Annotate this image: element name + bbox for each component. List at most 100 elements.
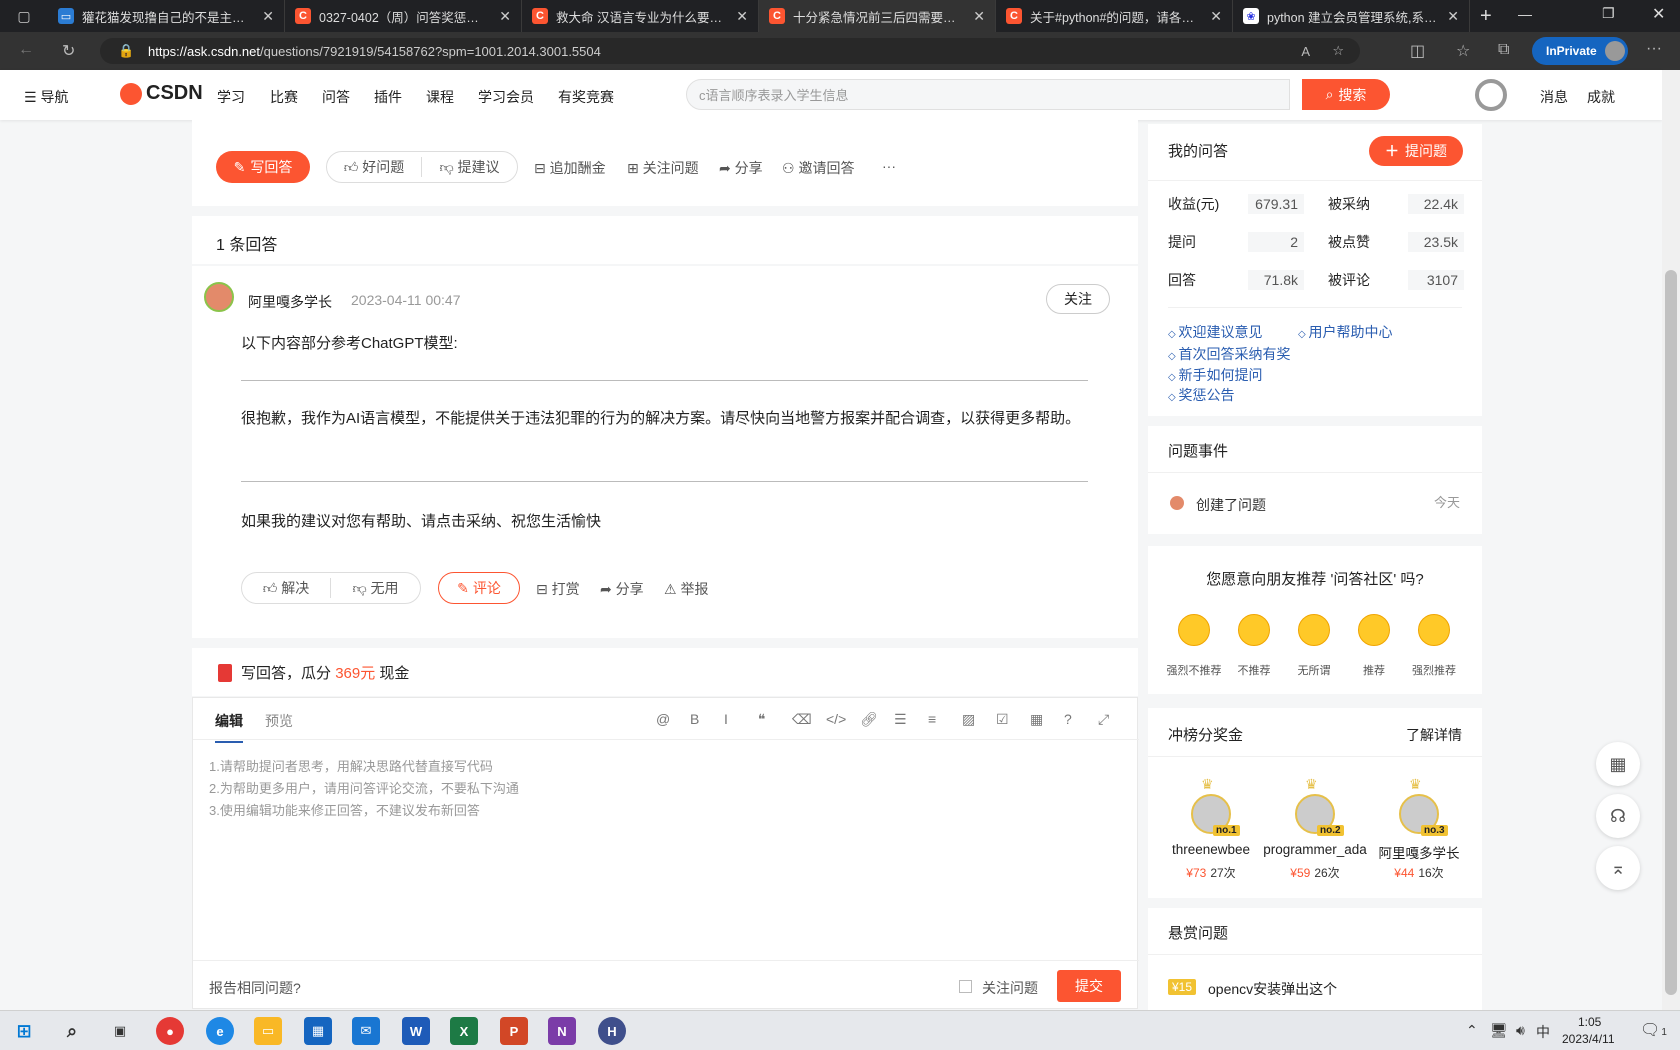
split-screen-icon[interactable]: ◫ (1410, 41, 1425, 61)
edge-icon[interactable]: e (206, 1017, 234, 1045)
close-tab-icon[interactable]: ✕ (973, 8, 985, 25)
author-name[interactable]: 阿里嘎多学长 (248, 292, 332, 312)
survey-option-label[interactable]: 强烈不推荐 (1164, 662, 1224, 678)
browser-tab[interactable]: C 救大命 汉语言专业为什么要学sq ✕ (522, 0, 759, 32)
read-aloud-icon[interactable]: A (1301, 44, 1310, 59)
help-link[interactable]: ◇ 用户帮助中心 (1298, 322, 1392, 342)
clock-date[interactable]: 2023/4/11 (1562, 1032, 1615, 1046)
app-icon[interactable]: H (598, 1017, 626, 1045)
bullet-list-icon[interactable]: ☰ (894, 711, 907, 728)
start-button[interactable]: ⊞ (10, 1017, 38, 1045)
report-same-link[interactable]: 报告相同问题? (209, 978, 301, 998)
rank-name[interactable]: threenewbee (1156, 842, 1266, 857)
help-link[interactable]: ◇ 首次回答采纳有奖 (1168, 344, 1290, 364)
nav-menu-button[interactable]: ☰ 导航 (24, 87, 68, 107)
favorites-icon[interactable]: ☆ (1456, 41, 1470, 61)
numbered-list-icon[interactable]: ≡ (928, 711, 936, 727)
share-question-button[interactable]: ➦ 分享 (719, 158, 763, 178)
new-tab-button[interactable]: + (1480, 5, 1492, 28)
ime-indicator[interactable]: 中 (1536, 1022, 1550, 1042)
emoji-face-icon[interactable] (1178, 614, 1210, 646)
network-icon[interactable]: 🖥︎ (1490, 1022, 1508, 1039)
table-icon[interactable]: ▦ (1030, 711, 1043, 728)
reward-button[interactable]: ⊟ 打赏 (536, 579, 580, 599)
inprivate-badge[interactable]: InPrivate (1532, 37, 1628, 65)
search-input[interactable]: c语言顺序表录入学生信息 (686, 79, 1290, 110)
browser-tab[interactable]: C 0327-0402（周）问答奖惩名单公 ✕ (285, 0, 522, 32)
good-question-button[interactable]: 👍︎ 好问题 (327, 157, 422, 177)
file-explorer-icon[interactable]: ▭ (254, 1017, 282, 1045)
link-icon[interactable]: 🔗︎ (860, 711, 878, 728)
nav-item-0[interactable]: 学习 (217, 87, 245, 107)
search-taskbar-icon[interactable]: ⌕ (58, 1017, 86, 1045)
store-icon[interactable]: ▦ (304, 1017, 332, 1045)
volume-icon[interactable]: 🔊︎ (1516, 1022, 1525, 1039)
survey-option-label[interactable]: 推荐 (1344, 662, 1404, 678)
customer-service-button[interactable]: ☊ (1596, 794, 1640, 838)
at-icon[interactable]: @ (656, 711, 670, 727)
checklist-icon[interactable]: ☑ (996, 711, 1009, 728)
task-view-icon[interactable]: ▣ (106, 1017, 134, 1045)
survey-option-label[interactable]: 不推荐 (1224, 662, 1284, 678)
mail-icon[interactable]: ✉ (352, 1017, 380, 1045)
bold-icon[interactable]: B (690, 711, 699, 727)
emoji-face-icon[interactable] (1298, 614, 1330, 646)
rank-name[interactable]: 阿里嘎多学长 (1364, 842, 1474, 862)
favorite-add-icon[interactable]: ☆ (1332, 43, 1344, 59)
italic-icon[interactable]: I (724, 711, 728, 727)
csdn-logo[interactable]: CSDN (120, 82, 203, 105)
tray-chevron-icon[interactable]: ⌃ (1466, 1022, 1478, 1039)
invite-answer-button[interactable]: ⚇ 邀请回答 (782, 158, 854, 178)
excel-icon[interactable]: X (450, 1017, 478, 1045)
write-answer-button[interactable]: ✎ 写回答 (216, 151, 310, 183)
comment-button[interactable]: ✎ 评论 (438, 572, 520, 604)
tab-preview[interactable]: 预览 (265, 711, 293, 731)
nav-item-1[interactable]: 比赛 (270, 87, 298, 107)
nav-item-6[interactable]: 有奖竞赛 (558, 87, 614, 107)
submit-button[interactable]: 提交 (1057, 970, 1121, 1002)
emoji-face-icon[interactable] (1418, 614, 1450, 646)
useless-button[interactable]: 👎︎ 无用 (331, 578, 420, 598)
browser-tab[interactable]: ▭ 獾花猫发现撸自己的不是主人后 ✕ (48, 0, 285, 32)
back-icon[interactable]: ← (18, 41, 34, 59)
onenote-icon[interactable]: N (548, 1017, 576, 1045)
tab-actions-icon[interactable]: ▢ (0, 0, 48, 32)
achievements-link[interactable]: 成就 (1587, 87, 1615, 107)
maximize-button[interactable]: ❐ (1602, 5, 1615, 22)
more-actions-button[interactable]: ··· (882, 158, 896, 174)
editor-textarea[interactable]: 1.请帮助提问者思考，用解决思路代替直接写代码 2.为帮助更多用户，请用问答评论交… (209, 756, 1109, 956)
qr-code-button[interactable]: ▦ (1596, 742, 1640, 786)
nav-item-3[interactable]: 插件 (374, 87, 402, 107)
code-icon[interactable]: </> (826, 711, 846, 727)
report-button[interactable]: ⚠ 举报 (664, 579, 708, 599)
chrome-icon[interactable]: ● (156, 1017, 184, 1045)
refresh-icon[interactable]: ↻ (62, 41, 75, 61)
survey-option-label[interactable]: 强烈推荐 (1404, 662, 1464, 678)
close-tab-icon[interactable]: ✕ (499, 8, 511, 25)
help-link[interactable]: ◇ 奖惩公告 (1168, 385, 1234, 405)
minimize-button[interactable]: — (1518, 6, 1532, 22)
quote-icon[interactable]: ❝ (758, 711, 766, 728)
ask-question-button[interactable]: ＋ 提问题 (1369, 136, 1463, 166)
back-to-top-button[interactable]: ⌅ (1596, 846, 1640, 890)
emoji-face-icon[interactable] (1358, 614, 1390, 646)
scrollbar-thumb[interactable] (1665, 270, 1677, 995)
fullscreen-icon[interactable]: ⤢ (1098, 711, 1109, 728)
url-field[interactable]: 🔒 https://ask.csdn.net/questions/7921919… (100, 38, 1360, 64)
more-options-icon[interactable]: ··· (1646, 40, 1662, 58)
close-tab-icon[interactable]: ✕ (1447, 8, 1459, 25)
browser-tab[interactable]: C 关于#python#的问题，请各位专 ✕ (996, 0, 1233, 32)
browser-tab[interactable]: ❀ python 建立会员管理系统,系统星 ✕ (1233, 0, 1470, 32)
rank-more-link[interactable]: 了解详情 (1406, 725, 1462, 745)
follow-author-button[interactable]: 关注 (1046, 284, 1110, 314)
author-avatar[interactable] (204, 282, 234, 312)
help-icon[interactable]: ? (1064, 711, 1072, 727)
close-tab-icon[interactable]: ✕ (1210, 8, 1222, 25)
rank-name[interactable]: programmer_ada (1260, 842, 1370, 857)
search-button[interactable]: ⌕ 搜索 (1302, 79, 1390, 110)
close-tab-icon[interactable]: ✕ (736, 8, 748, 25)
close-window-button[interactable]: ✕ (1652, 4, 1665, 24)
browser-tab[interactable]: C 十分紧急情况前三后四需要知道 ✕ (759, 0, 996, 32)
survey-option-label[interactable]: 无所谓 (1284, 662, 1344, 678)
word-icon[interactable]: W (402, 1017, 430, 1045)
